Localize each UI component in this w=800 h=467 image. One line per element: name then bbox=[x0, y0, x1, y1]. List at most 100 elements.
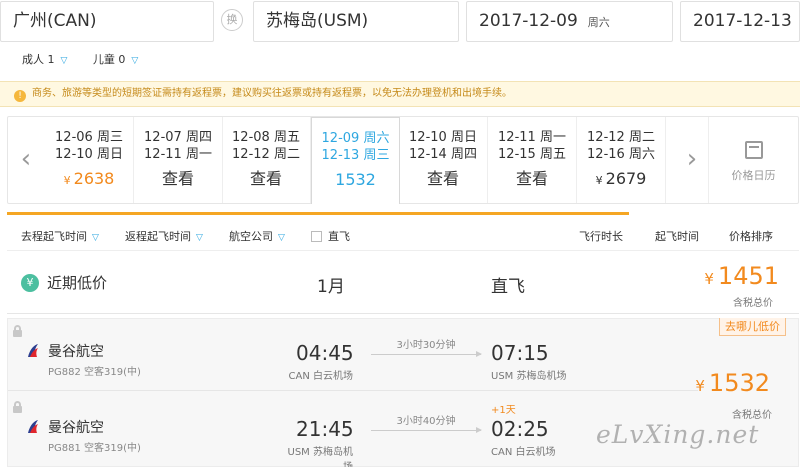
outbound-date: 12-07 周四 bbox=[144, 130, 212, 145]
sort-takeoff-button[interactable]: 起飞时间 bbox=[655, 223, 699, 251]
child-count-dropdown[interactable]: 儿童 0 ▽ bbox=[93, 50, 138, 71]
chevron-left-icon: ‹ bbox=[20, 144, 32, 174]
sort-price-button[interactable]: 价格排序 bbox=[729, 223, 773, 251]
flight-tax-label: 含税总价 bbox=[732, 410, 772, 421]
view-price-link[interactable]: 查看 bbox=[134, 167, 222, 191]
lock-icon bbox=[12, 401, 24, 413]
calendar-icon bbox=[744, 141, 763, 159]
outbound-date: 12-09 周六 bbox=[321, 131, 390, 146]
passenger-selector: 成人 1 ▽ 儿童 0 ▽ bbox=[22, 50, 160, 70]
bangkok-airways-logo-icon bbox=[28, 420, 38, 433]
next-day-badge: +1天 bbox=[491, 405, 516, 416]
date-option[interactable]: 12-07 周四 12-11 周一查看 bbox=[134, 117, 223, 203]
next-dates-button[interactable]: › bbox=[674, 117, 710, 203]
adult-count-dropdown[interactable]: 成人 1 ▽ bbox=[22, 50, 67, 71]
return-date-value: 2017-12-13 bbox=[693, 11, 792, 31]
depart-weekday: 周六 bbox=[587, 16, 610, 29]
visa-notice-text: 商务、旅游等类型的短期签证需持有返程票，建议购买往返票或持有返程票，以免无法办理… bbox=[32, 88, 512, 99]
arrival-airport: USM 苏梅岛机场 bbox=[491, 371, 567, 382]
return-date: 12-13 周三 bbox=[321, 148, 390, 163]
return-date: 12-12 周二 bbox=[232, 147, 300, 162]
departure-time: 04:45 bbox=[296, 341, 354, 365]
date-option[interactable]: 12-09 周六 12-13 周三 1532 bbox=[311, 117, 400, 204]
swap-icon: 换 bbox=[226, 13, 238, 26]
flight-number: PG882 空客319(中) bbox=[48, 367, 141, 378]
departure-time: 21:45 bbox=[296, 417, 354, 441]
return-date: 12-11 周一 bbox=[144, 147, 212, 162]
visa-notice: ! 商务、旅游等类型的短期签证需持有返程票，建议购买往返票或持有返程票，以免无法办… bbox=[0, 81, 800, 107]
direct-filter-label: 直飞 bbox=[328, 230, 350, 243]
airline-name: 曼谷航空 bbox=[48, 344, 104, 360]
swap-cities-button[interactable]: 换 bbox=[221, 9, 243, 31]
chevron-down-icon: ▽ bbox=[60, 56, 68, 66]
departure-airport: USM 苏梅岛机场 bbox=[287, 447, 353, 467]
sort-duration-label: 飞行时长 bbox=[579, 230, 623, 243]
warning-icon: ! bbox=[14, 90, 26, 102]
low-price-tax-label: 含税总价 bbox=[733, 298, 773, 309]
search-bar: 广州(CAN) 换 苏梅岛(USM) 2017-12-09 周六 2017-12-… bbox=[0, 0, 800, 43]
flight-segment: 曼谷航空 PG882 空客319(中) 04:45 CAN 白云机场 3小时30分钟 07… bbox=[8, 319, 698, 391]
adult-count-label: 成人 1 bbox=[22, 53, 55, 66]
flight-number: PG881 空客319(中) bbox=[48, 443, 141, 454]
bangkok-airways-logo-icon bbox=[28, 344, 38, 357]
airline-name: 曼谷航空 bbox=[48, 420, 104, 436]
prev-dates-button[interactable]: ‹ bbox=[8, 117, 44, 203]
flight-segment: 曼谷航空 PG881 空客319(中) 21:45 USM 苏梅岛机场 3小时40分钟 +… bbox=[8, 395, 698, 467]
view-price-link[interactable]: 查看 bbox=[222, 167, 310, 191]
lock-icon bbox=[12, 325, 24, 337]
qunar-low-price-tag: 去哪儿低价 bbox=[719, 318, 786, 336]
flight-duration: 3小时40分钟 bbox=[396, 416, 456, 427]
return-time-filter[interactable]: 返程起飞时间 ▽ bbox=[125, 223, 203, 252]
flight-duration: 3小时30分钟 bbox=[396, 340, 456, 351]
currency-symbol: ¥ bbox=[704, 270, 714, 288]
date-option[interactable]: 12-10 周日 12-14 周四 查看 bbox=[399, 117, 488, 203]
date-option[interactable]: 12-11 周一 12-15 周五 查看 bbox=[488, 117, 577, 203]
date-price-amount: 2679 bbox=[605, 169, 647, 188]
chevron-down-icon: ▽ bbox=[92, 233, 99, 243]
date-option[interactable]: 12-06 周三 12-10 周日 ¥2638 bbox=[45, 117, 134, 203]
depart-time-filter-label: 去程起飞时间 bbox=[21, 230, 87, 243]
date-option[interactable]: 12-12 周二 12-16 周六 ¥2679 bbox=[577, 117, 666, 203]
airline-filter[interactable]: 航空公司 ▽ bbox=[229, 223, 285, 252]
flight-price-amount: 1532 bbox=[708, 369, 770, 397]
airline-filter-label: 航空公司 bbox=[229, 230, 273, 243]
depart-time-filter[interactable]: 去程起飞时间 ▽ bbox=[21, 223, 99, 252]
return-date: 12-14 周四 bbox=[409, 147, 477, 162]
outbound-date: 12-12 周二 bbox=[587, 130, 655, 145]
date-price-strip: ‹ 12-06 周三 12-10 周日 ¥2638 12-07 周四 12-11 周一查… bbox=[7, 116, 799, 204]
departure-airport: CAN 白云机场 bbox=[288, 371, 353, 382]
date-price-amount: 2638 bbox=[73, 169, 115, 188]
price-calendar-button[interactable]: 价格日历 bbox=[708, 117, 798, 203]
sort-price-label: 价格排序 bbox=[729, 230, 773, 243]
low-price-month: 1月 bbox=[317, 277, 345, 297]
return-date-input[interactable]: 2017-12-13周三 bbox=[680, 1, 800, 42]
low-price-direct: 直飞 bbox=[491, 277, 525, 297]
date-price: 1532 bbox=[312, 168, 399, 192]
chevron-down-icon: ▽ bbox=[278, 233, 285, 243]
flight-price-value: ¥1532 bbox=[695, 369, 770, 397]
arrival-airport: CAN 白云机场 bbox=[491, 447, 556, 458]
yen-icon: ¥ bbox=[21, 274, 39, 292]
outbound-date: 12-11 周一 bbox=[498, 130, 566, 145]
low-price-label: 近期低价 bbox=[47, 274, 108, 292]
to-city-input[interactable]: 苏梅岛(USM) bbox=[253, 1, 459, 42]
date-price-amount: 1532 bbox=[335, 170, 376, 189]
date-option[interactable]: 12-08 周五 12-12 周二查看 bbox=[222, 117, 311, 203]
to-city-value: 苏梅岛(USM) bbox=[266, 11, 369, 31]
from-city-input[interactable]: 广州(CAN) bbox=[0, 1, 214, 42]
direct-filter-checkbox[interactable]: 直飞 bbox=[311, 223, 350, 251]
currency-symbol: ¥ bbox=[695, 377, 705, 395]
recent-low-price-row[interactable]: ¥ 近期低价 1月 直飞 ¥1451 含税总价 bbox=[7, 252, 799, 314]
view-price-link[interactable]: 查看 bbox=[399, 167, 487, 191]
checkbox-icon bbox=[311, 231, 322, 242]
sort-duration-button[interactable]: 飞行时长 bbox=[579, 223, 623, 251]
return-date: 12-10 周日 bbox=[55, 147, 123, 162]
child-count-label: 儿童 0 bbox=[92, 53, 126, 66]
date-price: ¥2679 bbox=[577, 167, 665, 193]
outbound-date: 12-08 周五 bbox=[232, 130, 300, 145]
low-price-value: ¥1451 bbox=[704, 262, 779, 290]
view-price-link[interactable]: 查看 bbox=[488, 167, 576, 191]
depart-date-input[interactable]: 2017-12-09 周六 bbox=[466, 1, 673, 42]
filter-bar: 去程起飞时间 ▽ 返程起飞时间 ▽ 航空公司 ▽ 直飞 飞行时长 起飞时间 价格排序 bbox=[7, 223, 799, 251]
from-city-value: 广州(CAN) bbox=[13, 11, 97, 31]
